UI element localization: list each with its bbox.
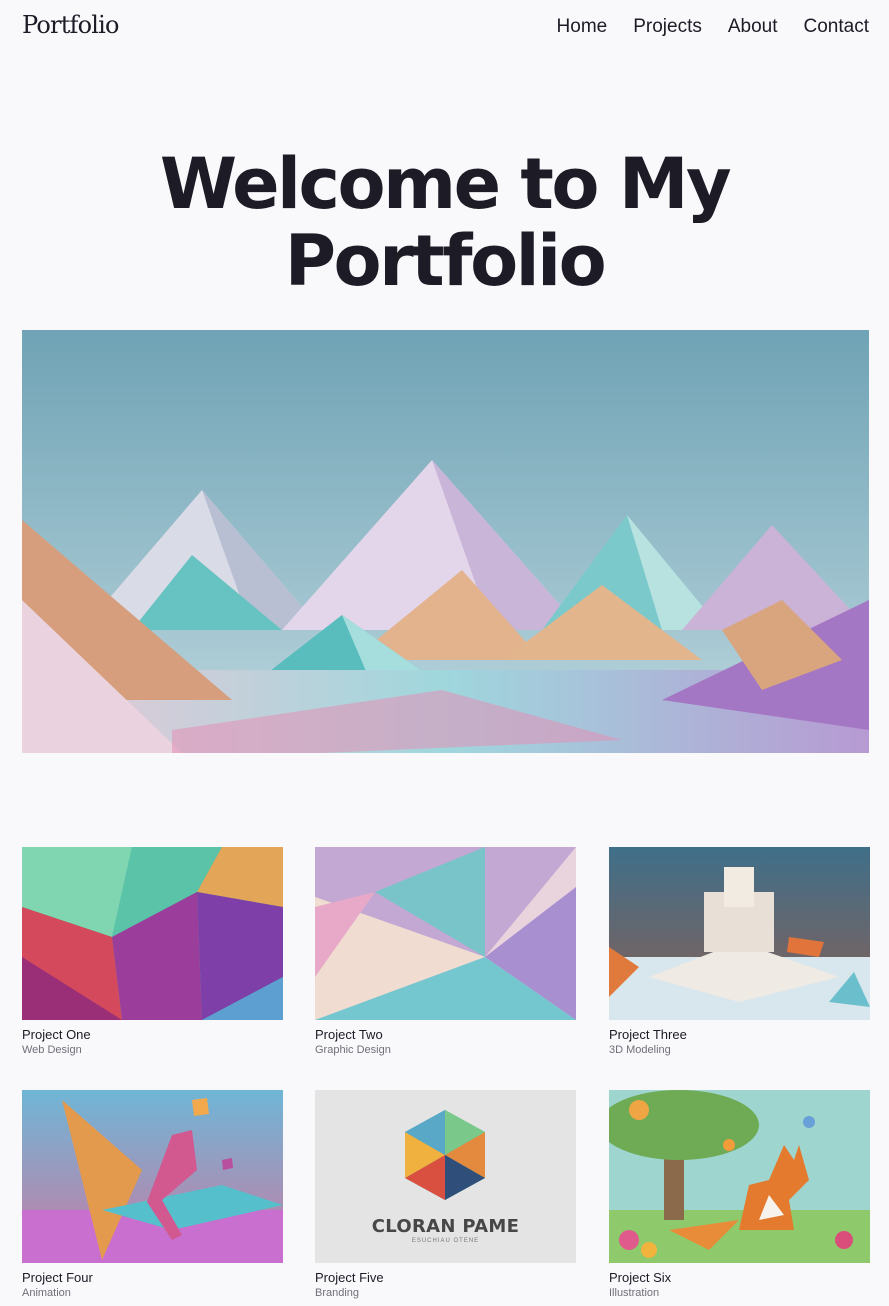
hero-image (22, 330, 869, 753)
project-title[interactable]: Project Five (315, 1270, 576, 1285)
project-category: Graphic Design (315, 1044, 391, 1056)
project-thumbnail[interactable] (22, 847, 283, 1020)
project-card[interactable]: Project Six Illustration (609, 1090, 870, 1300)
nav-contact[interactable]: Contact (804, 16, 869, 38)
hero-title-line1: Welcome to My (159, 143, 732, 225)
project-thumbnail[interactable]: CLORAN PAME ESUCHIAU OTENE (315, 1090, 576, 1263)
project-category: Branding (315, 1287, 360, 1299)
hero-title: Welcome to My Portfolio (0, 146, 889, 300)
logo[interactable]: Portfolio (22, 11, 119, 39)
project-thumbnail[interactable] (22, 1090, 283, 1263)
project-card[interactable]: Project Three 3D Modeling (609, 847, 870, 1057)
project-category: Illustration (609, 1287, 660, 1299)
project-card[interactable]: Project Four Animation (22, 1090, 283, 1300)
project-category: Animation (22, 1287, 71, 1299)
project-thumbnail[interactable] (609, 1090, 870, 1263)
hero-title-line2: Portfolio (284, 220, 607, 302)
project-category: Web Design (22, 1044, 82, 1056)
project-card[interactable]: Project Two Graphic Design (315, 847, 576, 1057)
project-card[interactable]: Project One Web Design (22, 847, 283, 1057)
project-card[interactable]: CLORAN PAME ESUCHIAU OTENE Project Five … (315, 1090, 576, 1300)
project-title[interactable]: Project Six (609, 1270, 870, 1285)
brand-logo-subtext: ESUCHIAU OTENE (411, 1238, 480, 1244)
nav-projects[interactable]: Projects (633, 16, 702, 38)
project-title[interactable]: Project Four (22, 1270, 283, 1285)
project-title[interactable]: Project Three (609, 1027, 870, 1042)
project-title[interactable]: Project One (22, 1027, 283, 1042)
nav-home[interactable]: Home (557, 16, 608, 38)
main-nav: Home Projects About Contact (557, 16, 869, 38)
project-thumbnail[interactable] (609, 847, 870, 1020)
project-category: 3D Modeling (609, 1044, 671, 1056)
project-title[interactable]: Project Two (315, 1027, 576, 1042)
project-thumbnail[interactable] (315, 847, 576, 1020)
brand-logo-text: CLORAN PAME (371, 1216, 520, 1237)
nav-about[interactable]: About (728, 16, 778, 38)
